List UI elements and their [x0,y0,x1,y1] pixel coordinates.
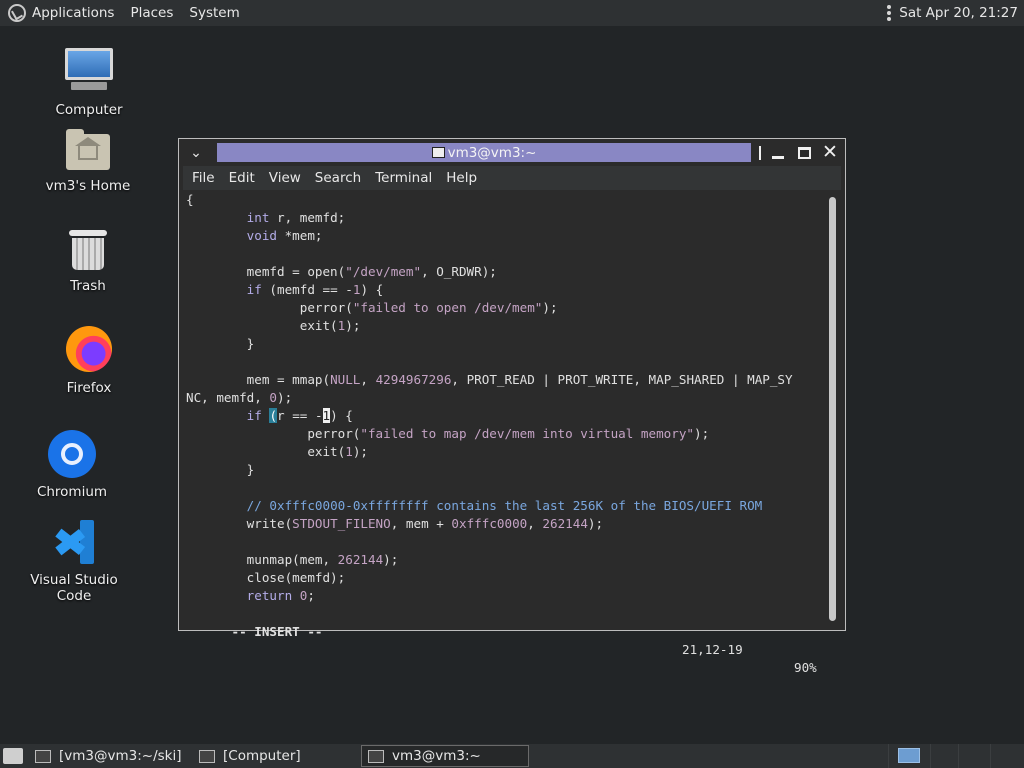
code-editor[interactable]: { int r, memfd; void *mem; memfd = open(… [186,191,826,605]
code-line: exit(1); [186,318,361,333]
window-title-label: vm3@vm3:~ [447,144,537,161]
scrollbar[interactable] [829,197,836,621]
vim-status-line: -- INSERT -- 21,12-19 90% [186,605,826,675]
desktop-icon-label: Chromium [36,484,108,500]
terminal-icon [368,749,384,763]
places-menu[interactable]: Places [122,0,181,26]
firefox-icon [29,326,149,376]
code-line: if (r == -1) { [246,408,353,423]
terminal-window[interactable]: ⌄ vm3@vm3:~ ✕ File Edit View Search Term… [178,138,846,675]
applications-menu[interactable]: Applications [0,0,122,26]
terminal-content[interactable]: { int r, memfd; void *mem; memfd = open(… [183,191,840,675]
home-folder-icon [28,128,148,174]
more-options-icon[interactable] [887,5,892,21]
chromium-icon [12,430,132,480]
computer-icon [29,44,149,98]
code-line: mem = mmap(NULL, 4294967296, PROT_READ |… [186,372,793,387]
taskbar-item-label: vm3@vm3:~ [392,748,481,764]
desktop-icon-label: Firefox [66,380,112,396]
desktop-icon-label: Trash [70,278,106,294]
code-line: int r, memfd; [246,210,346,225]
cursor-position: 21,12-19 [682,642,743,657]
desktop-icon-firefox[interactable]: Firefox [29,326,149,396]
desktop-icon-label: Visual Studio Code [30,572,118,604]
desktop-icon-label: vm3's Home [45,178,131,194]
minimize-button[interactable] [767,143,789,163]
taskbar-item-terminal-active[interactable]: vm3@vm3:~ [361,745,529,767]
minimize-icon [772,156,784,159]
close-icon: ✕ [822,141,838,163]
taskbar-item-computer[interactable]: [Computer] [193,745,361,767]
desktop-icon-vscode[interactable]: Visual Studio Code [14,520,134,604]
title-bar[interactable]: ⌄ vm3@vm3:~ ✕ [179,139,845,166]
system-menu-label: System [189,5,240,21]
menu-help[interactable]: Help [439,170,484,186]
desktop-icon-trash[interactable]: Trash [28,230,148,294]
desktop-icon-computer[interactable]: Computer [29,44,149,118]
terminal-icon [35,749,51,763]
menu-edit[interactable]: Edit [222,170,262,186]
desktop-icon-home[interactable]: vm3's Home [28,128,148,194]
workspace-switcher-1[interactable] [898,748,920,763]
title-separator [755,143,763,163]
code-line: } [186,336,255,351]
taskbar-item-label: [Computer] [223,748,301,764]
desktop-icon-label: Computer [55,102,123,118]
terminal-icon [431,147,445,158]
code-line: NC, memfd, 0); [186,390,293,405]
applications-menu-label: Applications [32,5,115,21]
menu-file[interactable]: File [185,170,222,186]
maximize-button[interactable] [793,143,815,163]
code-line: return 0; [246,588,315,603]
code-line: write(STDOUT_FILENO, mem + 0xfffc0000, 2… [186,516,604,531]
code-line: memfd = open("/dev/mem", O_RDWR); [186,264,497,279]
taskbar-item-label: [vm3@vm3:~/ski] [59,748,182,764]
code-line: munmap(mem, 262144); [186,552,399,567]
scroll-percent: 90% [794,660,817,675]
places-menu-label: Places [130,5,174,21]
code-line: exit(1); [186,444,368,459]
clock-label: Sat Apr 20, 21:27 [899,5,1018,21]
window-menu-button[interactable]: ⌄ [183,143,209,163]
terminal-menubar: File Edit View Search Terminal Help [183,166,841,190]
system-menu[interactable]: System [181,0,247,26]
menu-terminal[interactable]: Terminal [368,170,439,186]
clock[interactable]: Sat Apr 20, 21:27 [887,5,1024,21]
code-line: { [186,192,194,207]
window-title[interactable]: vm3@vm3:~ [217,143,751,162]
code-line: perror("failed to map /dev/mem into virt… [186,426,710,441]
vscode-icon [14,520,134,568]
code-line: // 0xfffc0000-0xffffffff contains the la… [246,498,763,513]
maximize-icon [797,146,811,159]
menu-search[interactable]: Search [308,170,368,186]
computer-icon [199,749,215,763]
code-line: void *mem; [246,228,323,243]
code-line: if (memfd == -1) { [246,282,384,297]
close-button[interactable]: ✕ [819,143,841,163]
bottom-panel: [vm3@vm3:~/ski] [Computer] vm3@vm3:~ [0,744,1024,768]
chevron-down-icon: ⌄ [190,144,202,161]
vim-mode: -- INSERT -- [231,624,323,639]
desktop-icon-chromium[interactable]: Chromium [12,430,132,500]
code-line: perror("failed to open /dev/mem"); [186,300,558,315]
top-panel: Applications Places System Sat Apr 20, 2… [0,0,1024,26]
menu-view[interactable]: View [262,170,308,186]
trash-icon [28,230,148,274]
gnome-foot-icon [8,4,26,22]
show-desktop-icon[interactable] [3,748,23,764]
code-line: close(memfd); [186,570,346,585]
code-line: } [186,462,255,477]
taskbar-item-terminal-ski[interactable]: [vm3@vm3:~/ski] [29,745,193,767]
